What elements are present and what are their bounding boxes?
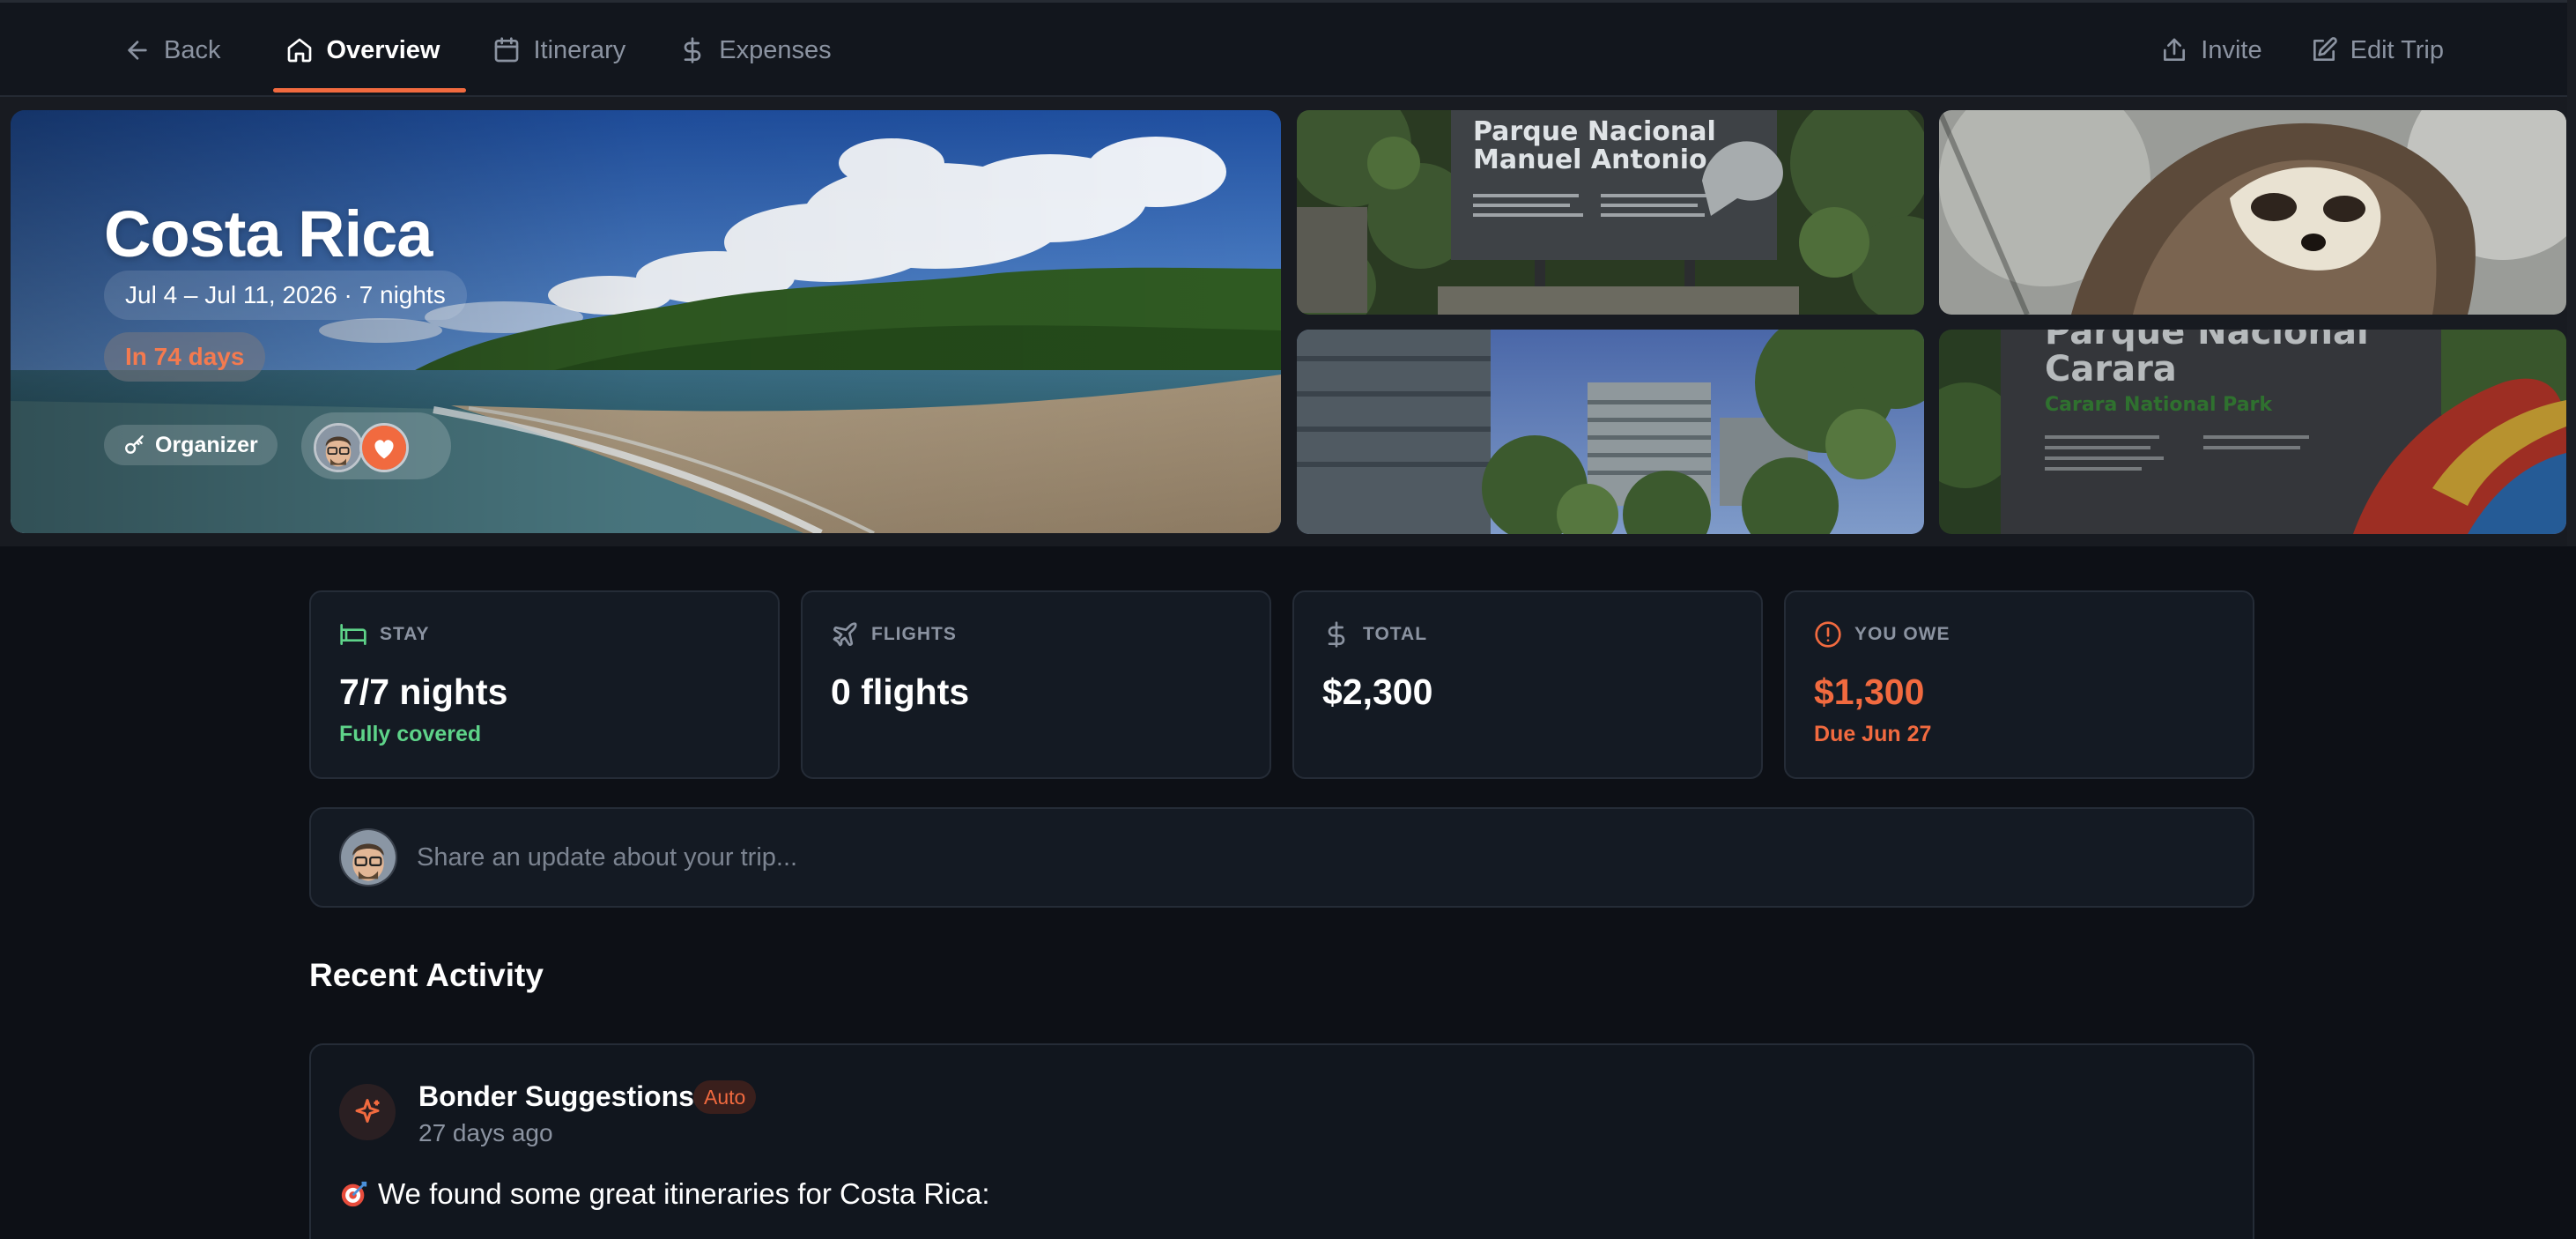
gallery-photo-manuel-antonio[interactable]: Parque Nacional Manuel Antonio: [1297, 110, 1924, 315]
stat-value: 7/7 nights: [339, 671, 508, 712]
tab-overview[interactable]: Overview: [259, 3, 467, 98]
tab-expenses[interactable]: Expenses: [652, 3, 857, 98]
stat-value: $1,300: [1814, 671, 1925, 712]
park-sign-photo: Parque Nacional Manuel Antonio: [1297, 110, 1924, 315]
edit-trip-button[interactable]: Edit Trip: [2310, 3, 2444, 98]
alert-circle-icon: [1815, 621, 1841, 648]
invite-button[interactable]: Invite: [2160, 3, 2262, 98]
plane-icon: [833, 622, 857, 647]
gallery-photo-sloth[interactable]: [1939, 110, 2566, 315]
stat-card-total[interactable]: TOTAL $2,300: [1292, 590, 1763, 779]
hero-photo[interactable]: Costa Rica Jul 4 – Jul 11, 2026 · 7 nigh…: [11, 110, 1281, 533]
dollar-icon: [1328, 621, 1345, 648]
member-avatars[interactable]: [301, 412, 451, 479]
tab-expenses-label: Expenses: [719, 35, 832, 64]
target-icon: [341, 1181, 367, 1207]
activity-body: We found some great itineraries for Cost…: [339, 1177, 990, 1211]
trip-title: Costa Rica: [104, 197, 433, 271]
sparkle-icon: [355, 1099, 380, 1123]
sloth-photo: [1939, 110, 2566, 315]
avatar[interactable]: [359, 423, 409, 472]
update-input[interactable]: [417, 842, 2224, 872]
stat-card-flights[interactable]: FLIGHTS 0 flights: [801, 590, 1271, 779]
stat-card-stay[interactable]: STAY 7/7 nights Fully covered: [309, 590, 780, 779]
hotel-photo: [1297, 330, 1924, 534]
back-button[interactable]: Back: [123, 3, 247, 98]
key-icon: [125, 435, 144, 454]
stat-subtext: Due Jun 27: [1814, 722, 1932, 746]
stat-label: STAY: [380, 624, 430, 644]
stat-card-you-owe[interactable]: YOU OWE $1,300 Due Jun 27: [1784, 590, 2254, 779]
trip-stats: STAY 7/7 nights Fully covered FLIGHTS 0 …: [309, 590, 2254, 779]
home-icon: [288, 38, 312, 63]
memoji-avatar: [316, 426, 360, 470]
stat-label: YOU OWE: [1854, 624, 1951, 644]
activity-timestamp: 27 days ago: [418, 1119, 553, 1146]
arrow-left-icon: [128, 41, 147, 60]
activity-card[interactable]: Bonder Suggestions Auto 27 days ago We f…: [309, 1043, 2254, 1239]
stat-subtext: Fully covered: [339, 722, 482, 746]
sparkle-badge: [339, 1084, 396, 1140]
nav-actions: Invite Edit Trip: [2160, 3, 2444, 98]
auto-badge: Auto: [693, 1080, 757, 1114]
tab-itinerary-label: Itinerary: [533, 35, 626, 64]
edit-icon: [2313, 37, 2337, 61]
activity-text: We found some great itineraries for Cost…: [378, 1177, 990, 1210]
sign-text-1: Parque Nacional: [1473, 116, 1716, 147]
stat-value: $2,300: [1322, 671, 1433, 712]
stat-header: STAY: [339, 620, 750, 649]
role-badge: Organizer: [104, 425, 278, 465]
edit-trip-label: Edit Trip: [2350, 35, 2444, 64]
activity-author: Bonder Suggestions: [418, 1080, 694, 1112]
stat-header: FLIGHTS: [831, 620, 1241, 649]
stat-header: YOU OWE: [1814, 620, 2224, 649]
avatar[interactable]: [314, 423, 363, 472]
heart-icon: [362, 426, 406, 470]
tab-itinerary[interactable]: Itinerary: [466, 3, 652, 98]
top-nav: Back Overview Itinerary Expenses Invite …: [0, 0, 2576, 97]
stat-value: 0 flights: [831, 671, 970, 712]
back-label: Back: [164, 35, 221, 64]
sign-text-2: Manuel Antonio: [1473, 145, 1707, 175]
update-composer[interactable]: [309, 807, 2254, 908]
stat-label: TOTAL: [1363, 624, 1428, 644]
trip-dates: Jul 4 – Jul 11, 2026 · 7 nights: [104, 271, 467, 320]
countdown-badge: In 74 days: [104, 332, 266, 382]
invite-label: Invite: [2201, 35, 2262, 64]
tab-overview-label: Overview: [326, 35, 440, 64]
beach-photo: [11, 110, 1281, 533]
gallery-photo-carara[interactable]: Parque Nacional Carara Carara National P…: [1939, 330, 2566, 534]
scrollbar-track[interactable]: [2567, 0, 2576, 546]
bed-icon: [340, 624, 366, 645]
share-icon: [2164, 38, 2186, 61]
avatar: [339, 828, 397, 887]
stat-label: FLIGHTS: [871, 624, 957, 644]
calendar-icon: [495, 37, 519, 63]
carara-sign-photo: Parque Nacional Carara Carara National P…: [1939, 330, 2566, 534]
memoji-avatar: [341, 830, 396, 885]
dollar-icon: [684, 37, 701, 63]
gallery-photo-hotel[interactable]: [1297, 330, 1924, 534]
stat-header: TOTAL: [1322, 620, 1733, 649]
role-label: Organizer: [155, 432, 258, 457]
nav-tabs: Back Overview Itinerary Expenses: [123, 3, 858, 98]
recent-activity-heading: Recent Activity: [309, 957, 544, 993]
